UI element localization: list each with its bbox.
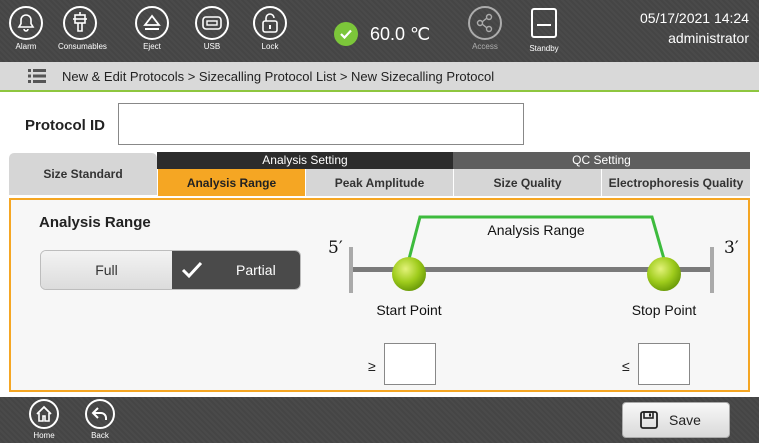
analysis-range-title: Analysis Range <box>39 214 151 231</box>
protocol-id-label: Protocol ID <box>25 117 106 134</box>
lock-button[interactable]: Lock <box>248 6 292 58</box>
home-button[interactable]: Home <box>24 399 64 440</box>
tab-size-standard[interactable]: Size Standard <box>9 153 157 195</box>
tab-peak-amplitude[interactable]: Peak Amplitude <box>305 169 453 196</box>
save-label: Save <box>669 412 701 428</box>
start-point-label: Start Point <box>376 302 441 318</box>
lock-icon <box>253 6 287 40</box>
eject-button[interactable]: Eject <box>130 6 174 58</box>
partial-option-label: Partial <box>236 262 276 278</box>
breadcrumb-path: New & Edit Protocols > Sizecalling Proto… <box>62 68 495 84</box>
breadcrumb: New & Edit Protocols > Sizecalling Proto… <box>0 62 759 92</box>
alarm-bell-icon <box>9 6 43 40</box>
five-prime-label: 5′ <box>328 238 343 258</box>
stop-point-label: Stop Point <box>632 302 697 318</box>
full-option[interactable]: Full <box>41 251 172 289</box>
left-end-marker <box>349 247 353 293</box>
partial-option[interactable]: Partial <box>172 251 300 289</box>
tab-size-quality[interactable]: Size Quality <box>453 169 601 196</box>
stop-point-input[interactable] <box>638 343 690 385</box>
three-prime-label: 3′ <box>724 238 739 258</box>
range-mode-toggle: Full Partial <box>40 250 301 290</box>
checkmark-icon <box>180 260 204 280</box>
analysis-setting-group-header: Analysis Setting <box>157 152 453 169</box>
temperature-readout: 60.0 ℃ <box>370 24 431 44</box>
save-button[interactable]: Save <box>622 402 730 438</box>
start-operator: ≥ <box>368 358 376 374</box>
back-arrow-icon <box>85 399 115 429</box>
top-toolbar: Alarm Consumables Eject USB Lock 60.0 ℃ … <box>0 0 759 62</box>
save-disk-icon <box>639 410 659 430</box>
usb-button[interactable]: USB <box>190 6 234 58</box>
start-point-handle[interactable] <box>392 257 426 291</box>
tab-electrophoresis-quality[interactable]: Electrophoresis Quality <box>601 169 750 196</box>
usb-icon <box>195 6 229 40</box>
range-label: Analysis Range <box>487 222 584 238</box>
standby-icon <box>531 8 557 38</box>
temperature-ok-icon <box>334 22 358 46</box>
tab-analysis-range[interactable]: Analysis Range <box>157 169 305 196</box>
status-info: 05/17/2021 14:24 administrator <box>640 8 749 48</box>
consumables-icon <box>63 6 97 40</box>
protocol-id-input[interactable] <box>118 103 524 145</box>
bottom-bar: Home Back Save <box>0 397 759 443</box>
user-name: administrator <box>668 30 749 46</box>
qc-setting-group-header: QC Setting <box>453 152 750 169</box>
access-button[interactable]: Access <box>463 6 507 58</box>
datetime-text: 05/17/2021 14:24 <box>640 10 749 26</box>
stop-operator: ≤ <box>622 358 630 374</box>
share-icon <box>468 6 502 40</box>
standby-button[interactable]: Standby <box>522 6 566 58</box>
analysis-range-diagram: 5′ 3′ Analysis Range Start Point Stop Po… <box>328 215 739 318</box>
eject-icon <box>135 6 169 40</box>
right-end-marker <box>710 247 714 293</box>
menu-list-icon[interactable] <box>28 69 46 83</box>
alarm-button[interactable]: Alarm <box>4 6 48 58</box>
home-icon <box>29 399 59 429</box>
stop-point-handle[interactable] <box>647 257 681 291</box>
back-button[interactable]: Back <box>80 399 120 440</box>
consumables-button[interactable]: Consumables <box>58 6 107 58</box>
start-point-input[interactable] <box>384 343 436 385</box>
